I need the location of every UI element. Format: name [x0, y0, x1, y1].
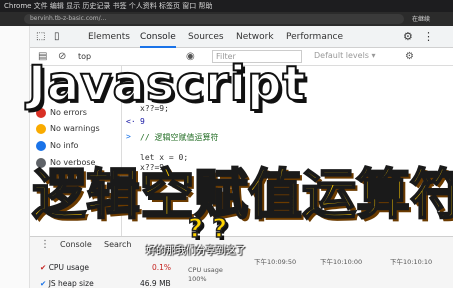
- check-icon: ✔: [40, 279, 47, 288]
- result-arrow-icon: <·: [126, 117, 136, 126]
- menubar-text: Chrome 文件 编辑 显示 历史记录 书签 个人资料 标签页 窗口 帮助: [4, 2, 213, 10]
- sidebar-item-warnings[interactable]: No warnings: [36, 122, 100, 136]
- tab-elements[interactable]: Elements: [88, 26, 130, 48]
- drawer-tab-search[interactable]: Search: [104, 240, 131, 249]
- drawer-tab-console[interactable]: Console: [60, 240, 92, 249]
- video-caption: 好的那我们分享到这了: [146, 246, 246, 257]
- chart-label: CPU usage: [188, 266, 223, 274]
- console-result: 9: [140, 117, 145, 126]
- tab-sources[interactable]: Sources: [188, 26, 224, 48]
- devtools-tabbar: ⬚ ▯ Elements Console Sources Network Per…: [30, 26, 453, 48]
- chart-scale: 100%: [188, 275, 207, 283]
- url-field[interactable]: bervinh.tb-z-basic.com/...: [24, 14, 404, 24]
- more-icon[interactable]: ⋮: [423, 26, 434, 48]
- menubar: Chrome 文件 编辑 显示 历史记录 书签 个人资料 标签页 窗口 帮助: [0, 0, 453, 12]
- check-icon: ✔: [40, 263, 47, 272]
- metric-value: 46.9 MB: [140, 279, 171, 288]
- timeline-tick: 下午10:10:10: [390, 258, 433, 266]
- gear-icon[interactable]: ⚙: [403, 26, 413, 48]
- settings-icon[interactable]: ⚙: [405, 50, 414, 64]
- levels-dropdown[interactable]: Default levels ▾: [314, 51, 376, 60]
- console-comment: // 逻辑空赋值运算符: [140, 133, 219, 142]
- address-bar-row: bervinh.tb-z-basic.com/... 在继续: [0, 12, 453, 26]
- prompt-icon: >: [126, 132, 131, 141]
- metric-label: CPU usage: [48, 263, 89, 272]
- tab-console[interactable]: Console: [140, 26, 176, 48]
- timeline-tick: 下午10:09:50: [254, 258, 297, 266]
- sidebar-item-label: No info: [50, 141, 79, 150]
- resume-button[interactable]: 在继续: [412, 14, 430, 23]
- sidebar-item-label: No warnings: [50, 124, 100, 133]
- overlay-question-marks: ? ?: [187, 213, 228, 245]
- warning-icon: [36, 124, 46, 134]
- inspect-icon[interactable]: ⬚: [36, 26, 45, 48]
- tab-performance[interactable]: Performance: [286, 26, 343, 48]
- metric-row-heap[interactable]: ✔ JS heap size: [40, 279, 94, 291]
- metric-row-cpu[interactable]: ✔ CPU usage: [40, 263, 89, 275]
- overlay-subtitle: 逻辑空赋值运算符: [31, 162, 453, 227]
- tab-network[interactable]: Network: [236, 26, 274, 48]
- metric-value: 0.1%: [152, 263, 172, 272]
- device-toolbar-icon[interactable]: ▯: [54, 26, 60, 48]
- timeline-tick: 下午10:10:00: [320, 258, 363, 266]
- metric-label: JS heap size: [48, 279, 94, 288]
- overlay-title: Javascript: [27, 55, 307, 113]
- drawer-menu-icon[interactable]: ⋮: [40, 238, 50, 252]
- page-viewport: [0, 26, 30, 288]
